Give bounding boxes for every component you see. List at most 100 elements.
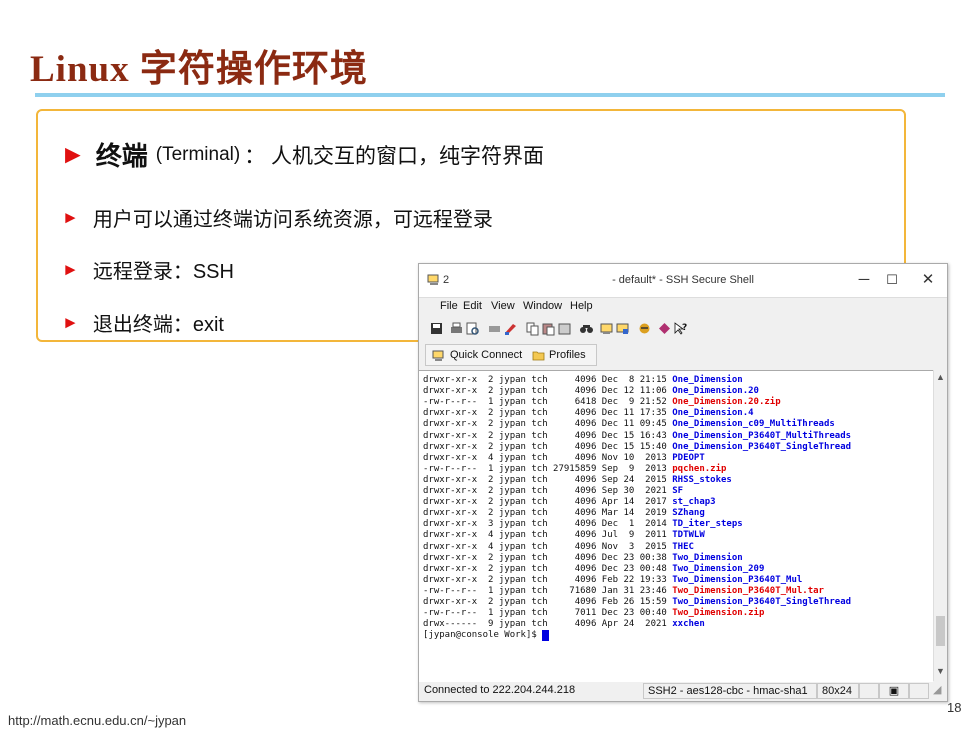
bullet-triangle-icon: ► [60,139,86,169]
scroll-down-icon[interactable]: ▼ [934,666,947,676]
page-number: 18 [947,700,962,715]
settings-icon[interactable] [503,321,518,336]
file-meta: drwxr-xr-x 2 jypan tch 4096 Sep 24 2015 [423,474,673,485]
terminal-line: drwxr-xr-x 4 jypan tch 4096 Jul 9 2011 T… [423,530,705,541]
vertical-scrollbar[interactable]: ▲ ▼ [933,370,947,681]
file-meta: -rw-r--r-- 1 jypan tch 7011 Dec 23 00:40 [423,608,673,619]
quick-connect-button[interactable]: Quick Connect [450,349,522,361]
file-meta: drwxr-xr-x 4 jypan tch 4096 Jul 9 2011 [423,530,673,541]
bullet-english: (Terminal) [155,143,241,165]
file-name: Two_Dimension_P3640T_Mul.tar [672,585,824,596]
file-name: One_Dimension.20 [672,386,759,397]
file-name: One_Dimension.4 [672,408,754,419]
svg-text:?: ? [682,323,687,333]
file-meta: drwxr-xr-x 2 jypan tch 4096 Mar 14 2019 [423,508,673,519]
status-connection: Connected to 222.204.244.218 [420,683,630,699]
file-name: One_Dimension [672,375,743,385]
key-icon[interactable] [657,321,672,336]
file-name: SF [672,486,684,496]
paste-icon[interactable] [541,321,556,336]
save-icon[interactable] [429,321,444,336]
new-file-transfer-icon[interactable] [615,321,630,336]
bullet-rest: ： 人机交互的窗口，纯字符界面 [244,144,545,168]
quick-connect-bar: Quick Connect Profiles [425,344,597,366]
menu-view[interactable]: View [491,300,515,312]
terminal-line: drwxr-xr-x 2 jypan tch 4096 Dec 11 09:45… [423,419,835,430]
title-underline [35,93,945,97]
paste-alt-icon[interactable] [557,321,572,336]
file-meta: drwxr-xr-x 2 jypan tch 4096 Dec 8 21:15 [423,375,673,385]
file-meta: drwxr-xr-x 2 jypan tch 4096 Dec 15 16:43 [423,430,673,441]
ssh-window: 2 - default* - SSH Secure Shell ─ ☐ ✕ Fi… [418,263,948,702]
terminal-line: drwxr-xr-x 2 jypan tch 4096 Apr 14 2017 … [423,497,716,508]
terminal-line: drwxr-xr-x 2 jypan tch 4096 Dec 8 21:15 … [423,375,743,386]
terminal-area[interactable]: drwxr-xr-x 2 jypan tch 4096 Dec 8 21:15 … [419,370,933,682]
text-cursor [542,630,550,642]
maximize-button[interactable]: ☐ [881,270,903,290]
slide-title: Linux 字符操作环境 [30,49,368,90]
file-meta: drwxr-xr-x 4 jypan tch 4096 Nov 10 2013 [423,452,673,463]
bullet-terminal: ► 终端 (Terminal) ： 人机交互的窗口，纯字符界面 [60,136,544,173]
bullet-text: 退出终端：exit [92,314,224,336]
status-blank-2 [909,683,929,699]
bullet-text: 用户可以通过终端访问系统资源，可远程登录 [92,209,493,231]
help-icon[interactable]: ? [673,321,688,336]
scroll-up-icon[interactable]: ▲ [934,372,947,382]
toolbar: ? [425,318,825,340]
menu-edit[interactable]: Edit [463,300,482,312]
status-cipher: SSH2 - aes128-cbc - hmac-sha1 [643,683,817,699]
print-icon[interactable] [449,321,464,336]
window-titlebar[interactable]: 2 - default* - SSH Secure Shell ─ ☐ ✕ [419,264,947,298]
terminal-line: -rw-r--r-- 1 jypan tch 7011 Dec 23 00:40… [423,608,764,619]
file-meta: drwxr-xr-x 2 jypan tch 4096 Dec 23 00:38 [423,552,673,563]
file-meta: drwxr-xr-x 2 jypan tch 4096 Feb 22 19:33 [423,574,673,585]
quick-connect-icon [432,350,444,361]
prompt-text: [jypan@console Work]$ [423,630,543,641]
minimize-button[interactable]: ─ [853,270,875,290]
file-meta: drwxr-xr-x 2 jypan tch 4096 Sep 30 2021 [423,486,673,496]
terminal-line: -rw-r--r-- 1 jypan tch 27915859 Sep 9 20… [423,464,726,475]
status-blank [859,683,879,699]
file-meta: drwxr-xr-x 2 jypan tch 4096 Dec 15 15:40 [423,441,673,452]
file-name: st_chap3 [672,497,716,508]
terminal-line: drwxr-xr-x 2 jypan tch 4096 Dec 23 00:38… [423,553,743,564]
terminal-line: drwxr-xr-x 2 jypan tch 4096 Feb 26 15:59… [423,597,851,608]
bullet-strong: 终端 [95,141,148,171]
terminal-line: drwxr-xr-x 2 jypan tch 4096 Dec 15 16:43… [423,431,851,442]
folder-icon [532,351,545,361]
scrollbar-thumb[interactable] [936,616,945,646]
shell-prompt[interactable]: [jypan@console Work]$ [423,630,550,642]
file-name: Two_Dimension_209 [672,563,765,574]
terminal-line: drwxr-xr-x 3 jypan tch 4096 Dec 1 2014 T… [423,519,743,530]
file-transfer-icon[interactable] [637,321,652,336]
file-meta: drwxr-xr-x 4 jypan tch 4096 Nov 3 2015 [423,541,673,552]
footer-url[interactable]: http://math.ecnu.edu.cn/~jypan [8,713,186,728]
terminal-line: drwxr-xr-x 2 jypan tch 4096 Dec 11 17:35… [423,408,754,419]
menu-window[interactable]: Window [523,300,562,312]
profiles-button[interactable]: Profiles [549,349,586,361]
terminal-line: drwxr-xr-x 2 jypan tch 4096 Feb 22 19:33… [423,575,802,586]
copy-icon[interactable] [525,321,540,336]
new-terminal-icon[interactable] [599,321,614,336]
bullet-triangle-icon: ► [62,312,79,332]
file-meta: -rw-r--r-- 1 jypan tch 27915859 Sep 9 20… [423,463,673,474]
terminal-line: drwxr-xr-x 2 jypan tch 4096 Dec 23 00:48… [423,564,764,575]
file-meta: drwxr-xr-x 2 jypan tch 4096 Dec 23 00:48 [423,563,673,574]
menu-help[interactable]: Help [570,300,593,312]
disconnect-icon[interactable] [487,321,502,336]
bullet-triangle-icon: ► [62,207,79,227]
terminal-line: drwxr-xr-x 4 jypan tch 4096 Nov 10 2013 … [423,453,705,464]
terminal-line: -rw-r--r-- 1 jypan tch 6418 Dec 9 21:52 … [423,397,781,408]
bullet-access: ► 用户可以通过终端访问系统资源，可远程登录 [62,203,493,232]
file-meta: -rw-r--r-- 1 jypan tch 71680 Jan 31 23:4… [423,585,673,596]
close-button[interactable]: ✕ [917,270,939,290]
file-name: One_Dimension_P3640T_MultiThreads [672,430,852,441]
bullet-exit: ► 退出终端：exit [62,308,224,337]
file-name: TDTWLW [672,530,705,541]
find-icon[interactable] [579,321,594,336]
menu-file[interactable]: File [440,300,458,312]
file-name: Two_Dimension.zip [672,608,765,619]
print-preview-icon[interactable] [465,321,480,336]
resize-grip-icon[interactable]: ◢ [929,683,946,699]
file-name: RHSS_stokes [672,474,732,485]
